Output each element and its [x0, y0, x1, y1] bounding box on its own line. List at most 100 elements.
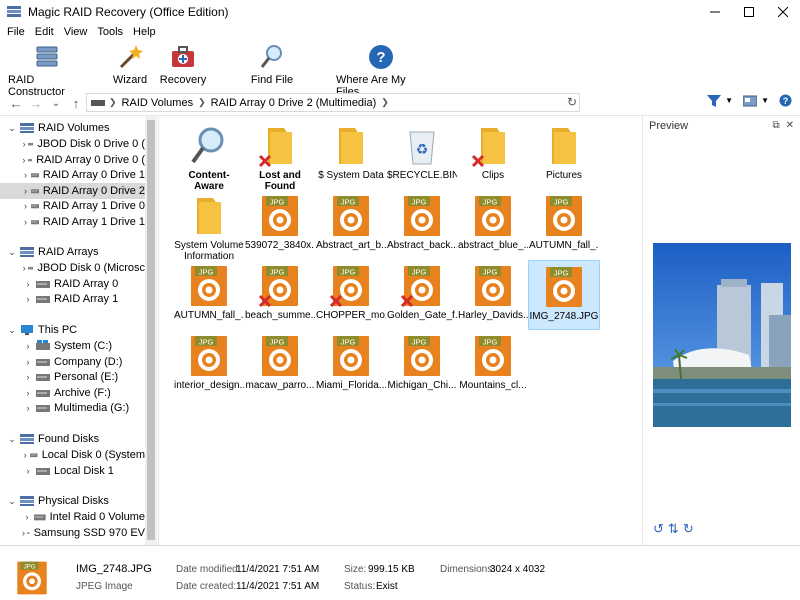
chevron-right-icon[interactable]: › — [22, 512, 32, 522]
close-button[interactable] — [766, 0, 800, 24]
file-item[interactable]: JPG Abstract_back... — [386, 190, 458, 260]
where-are-my-files-button[interactable]: ? Where Are My Files — [336, 40, 426, 98]
find-file-button[interactable]: Find File — [248, 40, 296, 86]
undock-icon[interactable]: ⧉ — [772, 120, 779, 131]
file-item[interactable]: $ System Data — [315, 120, 387, 190]
forward-button[interactable]: → — [26, 93, 46, 113]
chevron-right-icon[interactable]: › — [22, 466, 34, 476]
tree-scrollbar[interactable] — [145, 116, 157, 545]
tree-section-physical-disks[interactable]: ⌄ Physical Disks — [6, 493, 109, 509]
menu-edit[interactable]: Edit — [30, 26, 59, 38]
tree-item[interactable]: › Local Disk 0 (System — [0, 447, 145, 463]
address-bar[interactable]: ❯ RAID Volumes ❯ RAID Array 0 Drive 2 (M… — [86, 93, 580, 112]
tree-item[interactable]: › RAID Array 0 Drive 2 — [0, 182, 145, 199]
filter-icon[interactable] — [707, 94, 722, 107]
file-item[interactable]: JPG IMG_2748.JPG — [528, 260, 600, 330]
file-item[interactable]: Lost and Found — [244, 120, 316, 190]
chevron-right-icon[interactable]: › — [22, 186, 29, 196]
history-dropdown[interactable]: ⌄ — [46, 93, 66, 113]
chevron-right-icon[interactable]: › — [22, 341, 34, 351]
rotate-left-icon[interactable]: ↺ — [653, 521, 664, 537]
chevron-down-icon[interactable]: ⌄ — [6, 325, 18, 336]
tree-item[interactable]: › Company (D:) — [0, 354, 145, 370]
help-icon[interactable]: ? — [779, 94, 792, 107]
tree-section-raid-arrays[interactable]: ⌄ RAID Arrays — [6, 244, 98, 260]
close-preview-icon[interactable]: ✕ — [786, 120, 794, 131]
tree-item[interactable]: › Intel Raid 0 Volume — [0, 509, 145, 525]
filter-dropdown-icon[interactable]: ▼ — [725, 96, 733, 105]
chevron-right-icon[interactable]: › — [22, 357, 34, 367]
file-item[interactable]: JPG AUTUMN_fall_... — [528, 190, 600, 260]
file-item[interactable]: Clips — [457, 120, 529, 190]
chevron-right-icon[interactable]: › — [22, 201, 29, 211]
file-item[interactable]: JPG 539072_3840x... — [244, 190, 316, 260]
chevron-right-icon[interactable]: › — [22, 263, 26, 273]
tree-item[interactable]: › RAID Array 1 Drive 0 — [0, 198, 145, 214]
refresh-icon[interactable]: ↻ — [567, 95, 577, 109]
menu-help[interactable]: Help — [128, 26, 161, 38]
tree-item[interactable]: › RAID Array 0 — [0, 276, 145, 292]
file-item[interactable]: System Volume Information — [173, 190, 245, 260]
minimize-button[interactable] — [698, 0, 732, 24]
up-button[interactable]: ↑ — [66, 93, 86, 113]
raid-constructor-button[interactable]: RAID Constructor — [8, 40, 86, 98]
file-item[interactable]: JPG Michigan_Chi... — [386, 330, 458, 400]
chevron-right-icon[interactable]: › — [22, 450, 28, 460]
chevron-down-icon[interactable]: ⌄ — [6, 123, 18, 134]
tree-item[interactable]: › Archive (F:) — [0, 385, 145, 401]
chevron-right-icon[interactable]: › — [22, 294, 34, 304]
chevron-right-icon[interactable]: › — [22, 388, 34, 398]
menu-view[interactable]: View — [59, 26, 93, 38]
maximize-button[interactable] — [732, 0, 766, 24]
chevron-right-icon[interactable]: › — [22, 155, 26, 165]
file-item[interactable]: Pictures — [528, 120, 600, 190]
tree-scrollbar-thumb[interactable] — [147, 120, 155, 540]
tree-item[interactable]: › JBOD Disk 0 Drive 0 ( — [0, 136, 145, 152]
recovery-button[interactable]: Recovery — [158, 40, 208, 86]
file-item[interactable]: JPG interior_design... — [173, 330, 245, 400]
menu-tools[interactable]: Tools — [92, 26, 128, 38]
chevron-down-icon[interactable]: ⌄ — [6, 247, 18, 258]
menu-file[interactable]: File — [2, 26, 30, 38]
tree-item[interactable]: › Personal (E:) — [0, 369, 145, 385]
back-button[interactable]: ← — [6, 93, 26, 113]
file-item[interactable]: Content-Aware Analysis — [173, 120, 245, 190]
chevron-right-icon[interactable]: › — [22, 170, 29, 180]
view-mode-icon[interactable] — [743, 95, 758, 107]
chevron-right-icon[interactable]: › — [22, 372, 34, 382]
tree-section-this-pc[interactable]: ⌄ This PC — [6, 322, 77, 338]
file-item[interactable]: JPG macaw_parro... — [244, 330, 316, 400]
chevron-right-icon[interactable]: › — [22, 279, 34, 289]
tree-section-raid-volumes[interactable]: ⌄ RAID Volumes — [6, 120, 109, 136]
chevron-right-icon[interactable]: › — [22, 403, 34, 413]
tree-item[interactable]: › RAID Array 1 — [0, 291, 145, 307]
rotate-reset-icon[interactable]: ⇅ — [668, 521, 679, 537]
file-item[interactable]: JPG abstract_blue_... — [457, 190, 529, 260]
tree-item[interactable]: › Multimedia (G:) — [0, 400, 145, 416]
breadcrumb-raid-volumes[interactable]: RAID Volumes — [119, 97, 197, 109]
chevron-right-icon[interactable]: › — [22, 217, 29, 227]
file-item[interactable]: JPG Abstract_art_b... — [315, 190, 387, 260]
chevron-right-icon[interactable]: › — [22, 528, 25, 538]
tree-item[interactable]: › System (C:) — [0, 338, 145, 354]
file-item[interactable]: JPG Miami_Florida... — [315, 330, 387, 400]
breadcrumb-current[interactable]: RAID Array 0 Drive 2 (Multimedia) — [208, 97, 380, 109]
view-dropdown-icon[interactable]: ▼ — [761, 96, 769, 105]
rotate-right-icon[interactable]: ↻ — [683, 521, 694, 537]
tree-item[interactable]: › RAID Array 0 Drive 0 ( — [0, 152, 145, 168]
wizard-button[interactable]: Wizard — [108, 40, 152, 86]
tree-item[interactable]: › Local Disk 1 — [0, 463, 145, 479]
tree-item[interactable]: › RAID Array 1 Drive 1 — [0, 214, 145, 230]
file-item[interactable]: JPG Harley_Davids... — [457, 260, 529, 330]
file-item[interactable]: JPG Mountains_cl... — [457, 330, 529, 400]
tree-item[interactable]: › Samsung SSD 970 EV — [0, 525, 145, 541]
chevron-down-icon[interactable]: ⌄ — [6, 496, 18, 507]
file-item[interactable]: JPG beach_summe... — [244, 260, 316, 330]
file-item[interactable]: ♻ $RECYCLE.BIN — [386, 120, 458, 190]
tree-item[interactable]: › JBOD Disk 0 (Microsc — [0, 260, 145, 276]
chevron-down-icon[interactable]: ⌄ — [6, 434, 18, 445]
file-item[interactable]: JPG CHOPPER_mo... — [315, 260, 387, 330]
tree-item[interactable]: › RAID Array 0 Drive 1 — [0, 167, 145, 183]
file-item[interactable]: JPG AUTUMN_fall_... — [173, 260, 245, 330]
file-item[interactable]: JPG Golden_Gate_f... — [386, 260, 458, 330]
